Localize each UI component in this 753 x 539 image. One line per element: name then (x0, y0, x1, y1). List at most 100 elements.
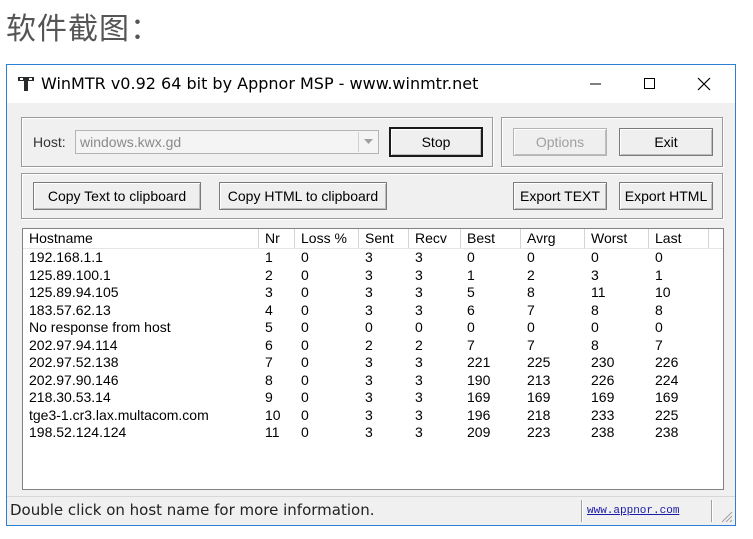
host-dropdown-button[interactable] (358, 132, 377, 152)
col-worst-cell: 0 (591, 249, 599, 265)
table-row[interactable]: tge3-1.cr3.lax.multacom.com 10 0 3 3 196 218 23… (23, 407, 723, 425)
col-recv-cell: 3 (415, 301, 423, 318)
col-worst-cell: 169 (591, 389, 615, 405)
status-divider (711, 500, 713, 522)
col-sent-cell: 3 (365, 424, 373, 440)
col-last-cell: 224 (655, 371, 679, 388)
col-hostname-cell: 183.57.62.13 (29, 301, 111, 318)
col-avrg-cell: 0 (527, 319, 535, 335)
export-text-button[interactable]: Export TEXT (513, 182, 607, 210)
col-worst-cell: 3 (591, 266, 599, 283)
col-sent-cell: 0 (365, 319, 373, 335)
col-avrg-cell: 213 (527, 371, 551, 388)
exit-button[interactable]: Exit (619, 128, 713, 156)
col-best-header[interactable]: Best (461, 229, 521, 248)
table-row[interactable]: 202.97.90.146 8 0 3 3 190 213 226 224 (23, 372, 723, 390)
host-input[interactable] (76, 131, 356, 153)
col-worst-header[interactable]: Worst (585, 229, 649, 248)
table-row[interactable]: 202.97.94.114 6 0 2 2 7 7 8 7 (23, 337, 723, 355)
table-row[interactable]: 183.57.62.13 4 0 3 3 6 7 8 8 (23, 302, 723, 320)
col-recv-cell: 3 (415, 354, 423, 370)
table-row[interactable]: 218.30.53.14 9 0 3 3 169 169 169 169 (23, 389, 723, 407)
col-best-cell: 1 (467, 266, 475, 283)
col-sent-cell: 3 (365, 249, 373, 265)
winmtr-window: WinMTR v0.92 64 bit by Appnor MSP - www.… (6, 64, 736, 526)
col-sent-cell: 3 (365, 266, 373, 283)
table-row[interactable]: 202.97.52.138 7 0 3 3 221 225 230 226 (23, 354, 723, 372)
title-bar[interactable]: WinMTR v0.92 64 bit by Appnor MSP - www.… (7, 65, 735, 103)
col-last-header[interactable]: Last (649, 229, 709, 248)
col-recv-cell: 3 (415, 266, 423, 283)
col-avrg-cell: 223 (527, 424, 551, 440)
table-body: 192.168.1.1 1 0 3 3 0 0 0 0 125.89.100.1 2 0 3 3 1 2 3 1 1… (23, 249, 723, 442)
host-combo[interactable] (75, 130, 379, 154)
col-loss-cell: 0 (301, 301, 309, 318)
col-best-cell: 209 (467, 424, 491, 440)
table-row[interactable]: 192.168.1.1 1 0 3 3 0 0 0 0 (23, 249, 723, 267)
appnor-link[interactable]: www.appnor.com (587, 505, 679, 517)
col-worst-cell: 226 (591, 371, 615, 388)
col-nr-cell: 2 (265, 266, 273, 283)
col-sent-cell: 3 (365, 406, 373, 423)
col-nr-cell: 9 (265, 389, 273, 405)
col-worst-cell: 11 (591, 284, 606, 300)
col-last-cell: 0 (655, 249, 663, 265)
col-avrg-cell: 169 (527, 389, 551, 405)
winmtr-app-icon (18, 77, 34, 91)
close-button[interactable] (681, 65, 727, 103)
table-row[interactable]: No response from host 5 0 0 0 0 0 0 0 (23, 319, 723, 337)
close-icon (697, 77, 711, 91)
results-table[interactable]: Hostname Nr Loss % Sent Recv Best Avrg Worst Las… (22, 228, 724, 490)
table-row[interactable]: 125.89.94.105 3 0 3 3 5 8 11 10 (23, 284, 723, 302)
col-last-cell: 10 (655, 284, 671, 300)
copy-html-button[interactable]: Copy HTML to clipboard (219, 182, 387, 210)
col-recv-cell: 3 (415, 389, 423, 405)
col-best-cell: 169 (467, 389, 491, 405)
host-label: Host: (33, 134, 66, 150)
col-nr-header[interactable]: Nr (259, 229, 295, 248)
minimize-button[interactable] (573, 65, 619, 103)
col-avrg-header[interactable]: Avrg (521, 229, 585, 248)
col-last-cell: 169 (655, 389, 679, 405)
maximize-button[interactable] (627, 65, 673, 103)
stop-button[interactable]: Stop (389, 127, 483, 157)
col-worst-cell: 8 (591, 301, 599, 318)
col-nr-cell: 3 (265, 284, 273, 300)
options-button[interactable]: Options (513, 128, 607, 156)
col-nr-cell: 10 (265, 406, 281, 423)
col-loss-header[interactable]: Loss % (295, 229, 359, 248)
col-loss-cell: 0 (301, 319, 309, 335)
col-sent-header[interactable]: Sent (359, 229, 409, 248)
col-sent-cell: 3 (365, 301, 373, 318)
col-best-cell: 0 (467, 319, 475, 335)
col-recv-cell: 3 (415, 284, 423, 300)
export-html-button[interactable]: Export HTML (619, 182, 713, 210)
table-row[interactable]: 125.89.100.1 2 0 3 3 1 2 3 1 (23, 267, 723, 285)
col-loss-cell: 0 (301, 389, 309, 405)
col-best-cell: 0 (467, 249, 475, 265)
col-recv-cell: 3 (415, 371, 423, 388)
col-avrg-cell: 7 (527, 301, 535, 318)
col-sent-cell: 3 (365, 354, 373, 370)
col-hostname-cell: 218.30.53.14 (29, 389, 111, 405)
col-nr-cell: 4 (265, 301, 273, 318)
col-best-cell: 7 (467, 336, 475, 353)
chevron-down-icon (363, 139, 373, 144)
col-nr-cell: 6 (265, 336, 273, 353)
col-avrg-cell: 7 (527, 336, 535, 353)
col-recv-cell: 3 (415, 406, 423, 423)
col-loss-cell: 0 (301, 406, 309, 423)
col-hostname-header[interactable]: Hostname (23, 229, 259, 248)
col-recv-header[interactable]: Recv (409, 229, 461, 248)
col-worst-cell: 0 (591, 319, 599, 335)
table-row[interactable]: 198.52.124.124 11 0 3 3 209 223 238 238 (23, 424, 723, 442)
copy-text-button[interactable]: Copy Text to clipboard (33, 182, 201, 210)
col-last-cell: 8 (655, 301, 663, 318)
col-sent-cell: 3 (365, 389, 373, 405)
col-avrg-cell: 8 (527, 284, 535, 300)
page-heading: 软件截图： (6, 12, 161, 47)
col-last-cell: 238 (655, 424, 679, 440)
resize-grip-icon[interactable] (719, 509, 733, 523)
col-hostname-cell: 202.97.90.146 (29, 371, 119, 388)
status-message: Double click on host name for more infor… (10, 501, 375, 519)
